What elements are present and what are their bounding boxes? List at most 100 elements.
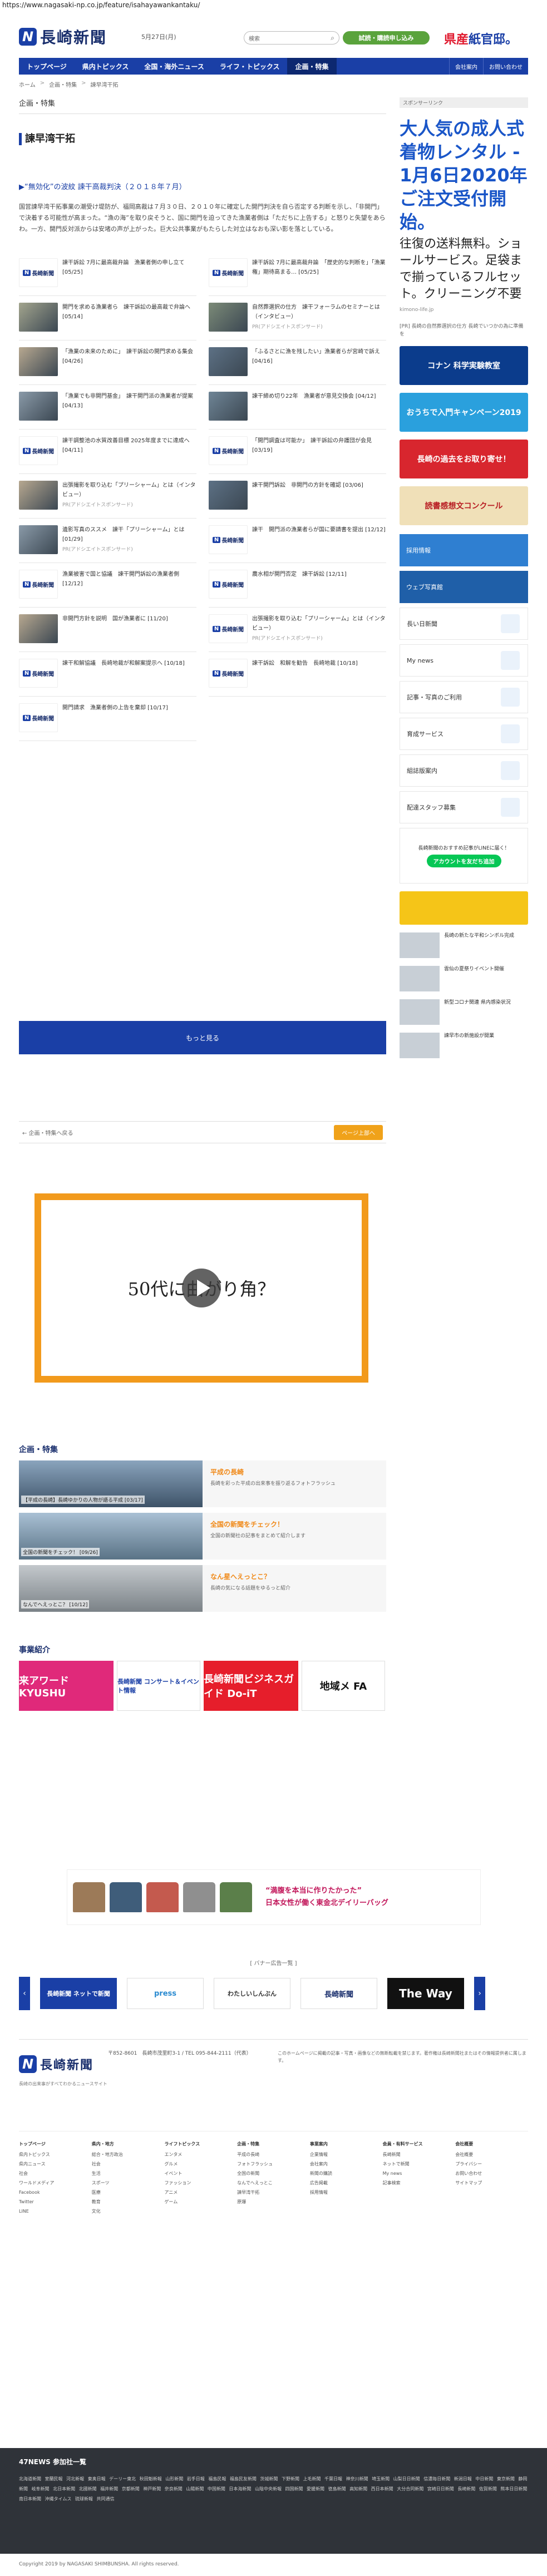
side-menu-item[interactable]: My news — [400, 644, 528, 677]
nav-feature[interactable]: 企画・特集 — [287, 58, 337, 75]
footer-column-head[interactable]: 県内・地方 — [92, 2139, 165, 2149]
footer-link[interactable]: 社会 — [19, 2169, 92, 2178]
side-menu-photo[interactable]: ウェブ写真館 — [400, 571, 528, 603]
footer-link[interactable]: 企業情報 — [310, 2150, 383, 2159]
subscribe-button[interactable]: 試読・購読申し込み — [343, 31, 430, 45]
footer-link[interactable]: 社会 — [92, 2159, 165, 2169]
bottom-ad-band[interactable]: “満腹を本当に作りたかった” 日本女性が働く東金北デイリーバッグ — [67, 1869, 481, 1925]
footer-link[interactable]: 原爆 — [237, 2197, 310, 2207]
footer-link[interactable]: ワールドメディア — [19, 2178, 92, 2188]
play-icon[interactable] — [182, 1269, 221, 1307]
article-card[interactable]: 「ふるさとに漁を残したい」漁業者らが宮崎で訴え [04/16] — [209, 340, 386, 385]
article-card[interactable]: N 長崎新聞 諫干訴訟 7月に最高裁弁論 「歴史的な判断を」「漁業権」期待高まる… … — [209, 251, 386, 296]
footer-link[interactable]: 会社案内 — [310, 2159, 383, 2169]
footer-column-head[interactable]: ライフトピックス — [164, 2139, 237, 2149]
ranking-item[interactable]: 新型コロナ関連 県内感染状況 — [400, 999, 528, 1025]
footer-link[interactable]: プライバシー — [455, 2159, 528, 2169]
related-item[interactable]: 全国の新聞をチェック！ [09/26] 全国の新聞をチェック！ 全国の新聞社の記事… — [19, 1513, 386, 1560]
footer-link[interactable]: Twitter — [19, 2197, 92, 2207]
feature-link[interactable]: ▶“無効化”の波紋 諫干高裁判決（２０１８年７月） — [19, 181, 386, 191]
back-link[interactable]: ← 企画・特集へ戻る — [22, 1128, 73, 1137]
side-menu-recruit[interactable]: 採用情報 — [400, 534, 528, 566]
article-card[interactable]: N 長崎新聞 諫干和解協議 長崎地裁が和解案提示へ [10/18] — [19, 652, 196, 697]
footer-link[interactable]: グルメ — [164, 2159, 237, 2169]
footer-link[interactable]: 長崎新聞 — [383, 2150, 456, 2159]
footer-link[interactable]: 広告掲載 — [310, 2178, 383, 2188]
related-item[interactable]: 【平成の長崎】長崎ゆかりの人物が語る平成 [03/17] 平成の長崎 長崎を彩った… — [19, 1460, 386, 1507]
carousel-slide[interactable]: 長崎新聞 ネットで新聞 — [40, 1978, 117, 2009]
search-icon[interactable]: ⌕ — [331, 34, 334, 42]
footer-link[interactable]: 平成の長崎 — [237, 2150, 310, 2159]
footer-link[interactable]: スポーツ — [92, 2178, 165, 2188]
footer-link[interactable]: アニメ — [164, 2188, 237, 2197]
carousel-slide[interactable]: press — [127, 1978, 204, 2009]
nav-local[interactable]: 県内トピックス — [75, 58, 137, 75]
biz-award[interactable]: 来アワード KYUSHU — [19, 1661, 114, 1711]
article-card[interactable]: N 長崎新聞 農水相が開門否定 諫干訴訟 [12/11] — [209, 563, 386, 608]
footer-link[interactable]: エンタメ — [164, 2150, 237, 2159]
footer-link[interactable]: ファッション — [164, 2178, 237, 2188]
footer-link[interactable]: 教育 — [92, 2197, 165, 2207]
article-card[interactable]: 「漁業でも非開門基金」 諫干開門派の漁業者が提案 [04/13] — [19, 385, 196, 430]
footer-column-head[interactable]: 事業案内 — [310, 2139, 383, 2149]
biz-doit[interactable]: 長崎新聞ビジネスガイド Do-iT — [204, 1661, 298, 1711]
footer-link[interactable]: ネットで新聞 — [383, 2159, 456, 2169]
side-ad-url[interactable]: kimono-life.jp — [400, 307, 528, 313]
footer-link[interactable]: My news — [383, 2169, 456, 2178]
breadcrumb-feature[interactable]: 企画・特集 — [49, 80, 77, 88]
footer-link[interactable]: 医療 — [92, 2188, 165, 2197]
side-menu-item[interactable]: 育成サービス — [400, 718, 528, 750]
article-card[interactable]: 諫干締め切り22年 漁業者が意見交換会 [04/12] — [209, 385, 386, 430]
nav-contact[interactable]: お問い合わせ — [483, 58, 528, 75]
site-logo[interactable]: N 長崎新聞 — [19, 26, 107, 48]
biz-media[interactable]: 地域メ FA — [302, 1661, 385, 1711]
article-card[interactable]: 遺影写真のススメ 諫干「プリーシャーム」とは [01/29] PR(アドシエイトス… — [19, 519, 196, 563]
footer-link[interactable]: 会社概要 — [455, 2150, 528, 2159]
footer-link[interactable]: 新聞の購読 — [310, 2169, 383, 2178]
article-card[interactable]: N 長崎新聞 開門請求 漁業者側の上告を棄却 [10/17] — [19, 697, 196, 741]
footer-column-head[interactable]: 会員・有料サービス — [383, 2139, 456, 2149]
article-card[interactable]: 開門を求める漁業者ら 諫干訴訟の最高裁で弁論へ [05/14] — [19, 296, 196, 340]
47news-links[interactable]: 北海道新聞 室蘭民報 河北新報 東奥日報 デーリー東北 秋田魁新報 山形新聞 岩… — [19, 2474, 528, 2504]
carousel-slide[interactable]: わたしいしんぶん — [214, 1978, 290, 2009]
footer-link[interactable]: Facebook — [19, 2188, 92, 2197]
article-card[interactable]: N 長崎新聞 諫干調整池の水質改善目標 2025年度までに達成へ [04/11] — [19, 430, 196, 474]
footer-link[interactable]: 記事検索 — [383, 2178, 456, 2188]
search-input[interactable] — [263, 34, 313, 41]
article-card[interactable]: N 長崎新聞 「開門調査は可能か」 諫干訴訟の弁護団が会見 [03/19] — [209, 430, 386, 474]
banner-archive[interactable]: 長崎の過去をお取り寄せ！ — [400, 440, 528, 478]
footer-column-head[interactable]: トップページ — [19, 2139, 92, 2149]
ranking-item[interactable]: 雲仙の夏祭りイベント開催 — [400, 966, 528, 991]
banner-conan[interactable]: コナン 科学実験教室 — [400, 346, 528, 385]
footer-link[interactable]: 生活 — [92, 2169, 165, 2178]
article-card[interactable]: N 長崎新聞 諫干訴訟 和解を勧告 長崎地裁 [10/18] — [209, 652, 386, 697]
footer-link[interactable]: フォトフラッシュ — [237, 2159, 310, 2169]
footer-link[interactable]: 全国の新聞 — [237, 2169, 310, 2178]
footer-column-head[interactable]: 会社概要 — [455, 2139, 528, 2149]
article-card[interactable]: 諫干開門訴訟 非開門の方針を確認 [03/06] — [209, 474, 386, 519]
side-menu-item[interactable]: 配達スタッフ募集 — [400, 791, 528, 823]
banner-ranking[interactable] — [400, 891, 528, 925]
article-card[interactable]: 非開門方針を説明 国が漁業者に [11/20] — [19, 608, 196, 652]
footer-link[interactable]: 採用情報 — [310, 2188, 383, 2197]
side-menu-item[interactable]: 記事・写真のご利用 — [400, 681, 528, 713]
side-pr-note[interactable]: [PR] 長崎の自然葬選択の仕方 長崎でいつかの為に準備を — [400, 323, 528, 338]
footer-link[interactable]: 県内トピックス — [19, 2150, 92, 2159]
footer-link[interactable]: 総合・地方政治 — [92, 2150, 165, 2159]
footer-link[interactable]: 県内ニュース — [19, 2159, 92, 2169]
article-card[interactable]: N 長崎新聞 諫干 開門派の漁業者らが国に要請書を提出 [12/12] — [209, 519, 386, 563]
nav-life[interactable]: ライフ・トピックス — [212, 58, 288, 75]
side-menu-item[interactable]: 組誌版案内 — [400, 754, 528, 787]
side-ad-headline[interactable]: 大人気の成人式着物レンタル - 1月6日2020年ご注文受付開始。 — [400, 117, 528, 234]
footer-link[interactable]: ゲーム — [164, 2197, 237, 2207]
more-button[interactable]: もっと見る — [19, 1021, 386, 1054]
banner-essay[interactable]: 読書感想文コンクール — [400, 486, 528, 525]
article-card[interactable]: N 長崎新聞 諫干訴訟 7月に最高裁弁論 漁業者側の申し立て [05/25] — [19, 251, 196, 296]
article-card[interactable]: 自然葬選択の仕方 諫干フォーラムのセミナーとは（インタビュー） PR(アドシエイト… — [209, 296, 386, 340]
nav-company[interactable]: 会社案内 — [449, 58, 483, 75]
carousel-slide[interactable]: 長崎新聞 — [300, 1978, 377, 2009]
article-card[interactable]: N 長崎新聞 出張撮影を取り込む「プリーシャーム」とは（インタビュー） PR(アドシエ… — [209, 608, 386, 652]
footer-link[interactable]: なんでへえっとこ — [237, 2178, 310, 2188]
footer-link[interactable]: 文化 — [92, 2207, 165, 2216]
article-card[interactable]: 「漁業の未来のために」 諫干訴訟の開門求める集会 [04/26] — [19, 340, 196, 385]
